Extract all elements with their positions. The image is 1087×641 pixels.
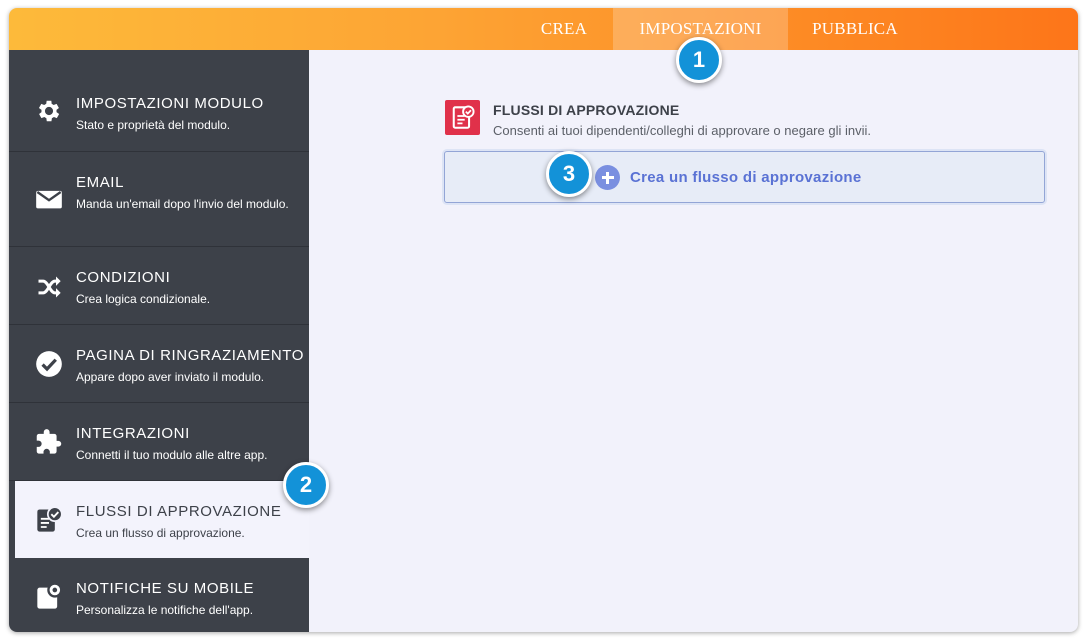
- sidebar-item-condizioni[interactable]: CONDIZIONI Crea logica condizionale.: [9, 247, 309, 325]
- step-badge-1: 1: [676, 37, 722, 83]
- sidebar-item-title: INTEGRAZIONI: [76, 425, 190, 442]
- sidebar-item-desc: Crea logica condizionale.: [76, 292, 211, 306]
- sidebar-item-desc: Appare dopo aver inviato il modulo.: [76, 370, 265, 384]
- sidebar-item-impostazioni-modulo[interactable]: IMPOSTAZIONI MODULO Stato e proprietà de…: [9, 50, 309, 152]
- step-badge-3: 3: [546, 151, 592, 197]
- approval-document-icon: [452, 105, 475, 129]
- create-approval-flow-label: Crea un flusso di approvazione: [630, 169, 862, 186]
- tab-pubblica[interactable]: PUBBLICA: [795, 8, 915, 50]
- gear-icon: [38, 100, 60, 122]
- sidebar-item-title: PAGINA DI RINGRAZIAMENTO: [76, 347, 305, 364]
- puzzle-icon: [36, 429, 62, 454]
- sidebar-item-title: FLUSSI DI APPROVAZIONE: [76, 503, 282, 520]
- top-navigation-bar: CREA IMPOSTAZIONI PUBBLICA: [9, 8, 1078, 50]
- sidebar-item-notifiche-su-mobile[interactable]: NOTIFICHE SU MOBILE Personalizza le noti…: [9, 559, 309, 632]
- step-badge-2: 2: [283, 462, 329, 508]
- plus-circle-icon: [595, 165, 620, 190]
- approval-icon: [37, 506, 63, 532]
- settings-sidebar: IMPOSTAZIONI MODULO Stato e proprietà de…: [9, 50, 309, 632]
- sidebar-item-desc: Connetti il tuo modulo alle altre app.: [76, 448, 268, 462]
- sidebar-item-title: CONDIZIONI: [76, 269, 171, 286]
- sidebar-item-desc: Manda un'email dopo l'invio del modulo.: [76, 197, 289, 211]
- sidebar-item-flussi-di-approvazione[interactable]: FLUSSI DI APPROVAZIONE Crea un flusso di…: [15, 481, 309, 558]
- shuffle-icon: [38, 276, 61, 298]
- approval-section-icon: [445, 100, 480, 135]
- sidebar-item-desc: Crea un flusso di approvazione.: [76, 526, 245, 540]
- sidebar-item-email[interactable]: EMAIL Manda un'email dopo l'invio del mo…: [9, 152, 309, 247]
- sidebar-item-integrazioni[interactable]: INTEGRAZIONI Connetti il tuo modulo alle…: [9, 403, 309, 481]
- create-approval-flow-button[interactable]: Crea un flusso di approvazione: [444, 151, 1045, 203]
- tab-crea[interactable]: CREA: [519, 8, 609, 50]
- mobile-notification-icon: [37, 583, 63, 609]
- section-description: Consenti ai tuoi dipendenti/colleghi di …: [493, 123, 871, 138]
- app-window: CREA IMPOSTAZIONI PUBBLICA IMPOSTAZIONI …: [9, 8, 1078, 632]
- sidebar-item-title: NOTIFICHE SU MOBILE: [76, 580, 255, 597]
- sidebar-item-desc: Personalizza le notifiche dell'app.: [76, 603, 254, 617]
- envelope-icon: [36, 190, 62, 209]
- sidebar-item-title: IMPOSTAZIONI MODULO: [76, 95, 264, 112]
- sidebar-item-desc: Stato e proprietà del modulo.: [76, 118, 231, 132]
- sidebar-item-pagina-di-ringraziamento[interactable]: PAGINA DI RINGRAZIAMENTO Appare dopo ave…: [9, 325, 309, 403]
- main-content: FLUSSI DI APPROVAZIONE Consenti ai tuoi …: [309, 50, 1078, 632]
- check-circle-icon: [36, 351, 62, 377]
- sidebar-item-title: EMAIL: [76, 174, 125, 191]
- section-title: FLUSSI DI APPROVAZIONE: [493, 102, 680, 118]
